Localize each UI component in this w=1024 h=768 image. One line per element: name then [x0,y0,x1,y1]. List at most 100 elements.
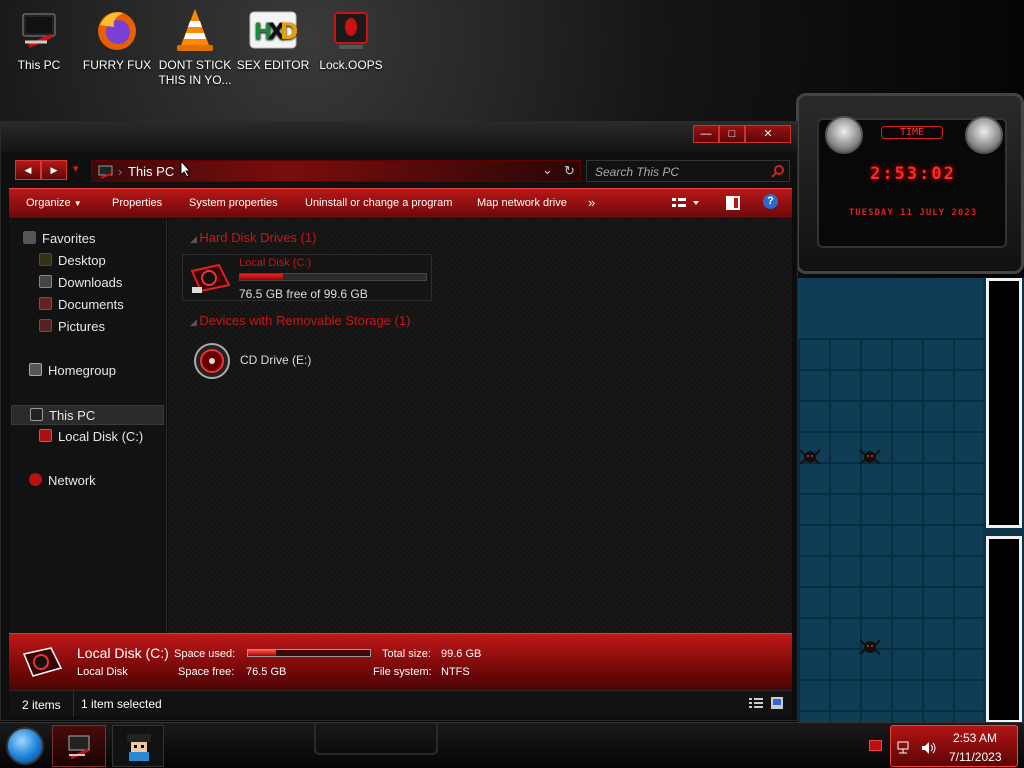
more-commands-button[interactable]: » [588,195,595,210]
minimize-button[interactable]: — [693,125,719,143]
firefox-icon [93,6,141,54]
help-icon[interactable]: ? [763,194,778,209]
volume-icon[interactable] [921,741,937,758]
large-icons-view-icon[interactable] [770,696,784,713]
selection-count: 1 item selected [73,691,162,717]
this-pc-icon [30,408,43,421]
alienware-clock-widget[interactable]: TIME 2:53:02 TUESDAY 11 JULY 2023 [796,93,1024,274]
vlc-cone-icon [171,6,219,54]
details-view-icon[interactable] [748,696,764,713]
space-used-fill [248,650,277,656]
refresh-icon[interactable]: ↻ [564,163,575,179]
star-icon [23,231,36,244]
group-header-label: Devices with Removable Storage (1) [199,313,411,328]
widget-date: TUESDAY 11 JULY 2023 [848,208,978,218]
start-button[interactable] [6,727,44,765]
desktop-icon-label: SEX EDITOR [236,58,310,72]
spider-sprite [858,446,882,466]
lock-alienware-icon [327,6,375,54]
game-panel-bottom [986,536,1022,723]
spider-sprite [858,636,882,656]
details-type: Local Disk [77,666,128,678]
taskbar-game-button[interactable] [112,725,164,767]
space-free-label: Space free: [178,666,235,678]
navigation-bar: ◀ ▶ ▾ › This PC ⌄ ↻ Search This PC [1,152,797,188]
this-pc-icon [68,735,90,760]
explorer-window: — □ ✕ ◀ ▶ ▾ › This PC ⌄ ↻ Search This PC… [0,121,798,721]
hard-drive-icon [21,644,63,683]
this-pc-icon [15,6,63,54]
drive-c-name: Local Disk (C:) [239,257,312,269]
hex-editor-icon: HXD [249,6,297,54]
preview-pane-icon[interactable] [725,195,741,214]
cd-drive-icon [192,341,232,384]
item-count: 2 items [22,698,61,712]
pictures-folder-icon [39,319,52,332]
group-header-label: Hard Disk Drives (1) [199,230,317,245]
this-pc-icon [98,165,114,182]
desktop-icon-furry-fux[interactable]: FURRY FUX [80,6,154,73]
sidebar-item-this-pc[interactable]: This PC [11,405,164,425]
game-panel-top [986,278,1022,528]
spider-sprite [798,446,822,466]
desktop-icon-sex-editor[interactable]: HXD SEX EDITOR [236,6,310,73]
maximize-button[interactable]: □ [719,125,745,143]
game-floor-grid [798,338,983,723]
recent-locations-button[interactable]: ▾ [73,162,79,175]
show-hidden-icons-icon[interactable] [869,740,882,751]
taskbar-explorer-button[interactable] [52,725,106,767]
space-free-value: 76.5 GB [246,666,287,678]
network-status-icon[interactable] [897,741,913,758]
search-placeholder: Search This PC [595,165,680,179]
svg-text:D: D [280,20,297,45]
sidebar-item-label: Homegroup [48,363,116,378]
desktop-icon-label: This PC [17,58,61,72]
address-dropdown-icon[interactable]: ⌄ [542,162,553,178]
map-network-drive-button[interactable]: Map network drive [477,197,567,209]
widget-time: 2:53:02 [870,164,956,184]
navigation-pane: Favorites Desktop Downloads Documents Pi… [9,219,167,633]
group-header-hard-disks[interactable]: ◢ Hard Disk Drives (1) [190,230,316,245]
details-pane: Local Disk (C:) Local Disk Space used: S… [9,633,792,690]
sidebar-item-favorites[interactable]: Favorites [23,229,178,249]
drive-tile-cd-e[interactable]: CD Drive (E:) [192,341,332,381]
address-bar[interactable]: › This PC ⌄ ↻ [91,160,581,182]
window-titlebar[interactable]: — □ ✕ [1,122,797,152]
properties-button[interactable]: Properties [112,197,162,209]
back-button[interactable]: ◀ [15,160,41,180]
organize-button[interactable]: Organize ▼ [26,197,82,209]
status-bar: 2 items 1 item selected [9,690,792,717]
close-button[interactable]: ✕ [745,125,791,143]
search-input[interactable]: Search This PC [586,160,790,182]
command-bar: Organize ▼ Properties System properties … [9,188,792,218]
chevron-down-icon: ▼ [73,199,82,208]
system-clock[interactable]: 2:53 AM 7/11/2023 [890,725,1018,767]
taskbar: 2:53 AM 7/11/2023 [0,722,1024,768]
sidebar-item-label: This PC [49,408,96,423]
group-header-removable[interactable]: ◢ Devices with Removable Storage (1) [190,313,410,328]
drive-c-usage-bar [239,273,427,281]
sidebar-item-label: Documents [58,297,124,312]
drive-tile-c[interactable]: Local Disk (C:) 76.5 GB free of 99.6 GB [182,254,432,301]
pirate-character-icon [127,734,151,761]
homegroup-icon [29,363,42,376]
view-options-icon[interactable] [671,196,701,213]
uninstall-program-button[interactable]: Uninstall or change a program [305,197,452,209]
alien-head-icon [965,116,1003,154]
taskbar-decoration [314,723,438,755]
forward-button[interactable]: ▶ [41,160,67,180]
sidebar-item-network[interactable]: Network [29,471,184,491]
sidebar-item-label: Favorites [42,231,96,246]
desktop-icon-this-pc[interactable]: This PC [2,6,76,73]
drive-c-free-space: 76.5 GB free of 99.6 GB [239,287,368,301]
search-icon [771,164,785,181]
system-properties-button[interactable]: System properties [189,197,278,209]
desktop-icon-lock-oops[interactable]: Lock.OOPS [314,6,388,73]
sidebar-item-homegroup[interactable]: Homegroup [29,361,184,381]
sidebar-item-label: Pictures [58,319,105,334]
hard-drive-icon [189,261,231,298]
mouse-cursor-icon [180,159,192,181]
collapse-icon: ◢ [190,234,200,244]
desktop-icon-dont-stick[interactable]: DONT STICK THIS IN YO... [158,6,232,88]
desktop-icon-label: DONT STICK THIS IN YO... [158,58,232,87]
